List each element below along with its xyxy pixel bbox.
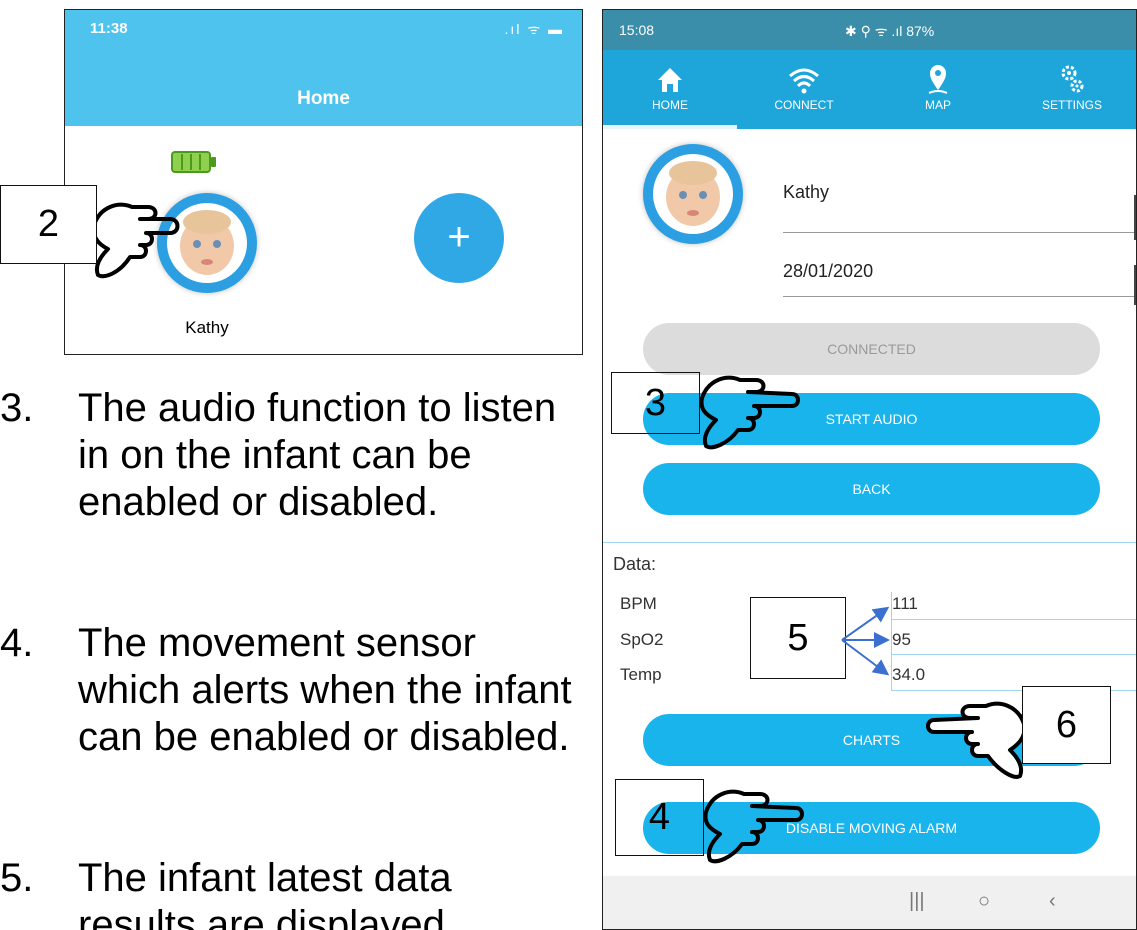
baby-photo-icon — [653, 154, 733, 234]
tab-connect[interactable]: CONNECT — [737, 50, 871, 129]
callout-2: 2 — [0, 185, 97, 264]
data-heading: Data: — [613, 554, 657, 574]
scroll-edge — [1134, 265, 1136, 305]
android-status-bar: 15:08 ✱ ⚲ ᯤ .ıl 87% — [603, 10, 1136, 50]
back-arrow-icon[interactable]: ‹ — [1049, 890, 1056, 913]
status-time: 11:38 — [90, 20, 128, 37]
tab-settings[interactable]: SETTINGS — [1005, 50, 1136, 129]
temp-label: Temp — [620, 665, 662, 684]
add-profile-button[interactable]: + — [414, 193, 504, 283]
tab-label: CONNECT — [774, 98, 834, 112]
scroll-edge — [1134, 195, 1136, 240]
battery-icon — [171, 151, 216, 173]
tab-label: HOME — [652, 98, 688, 112]
ios-header: 11:38 .ıl ᯤ ▬ Home — [65, 10, 582, 126]
status-time: 15:08 — [619, 22, 655, 38]
profile-avatar[interactable] — [643, 144, 743, 244]
recent-apps-icon[interactable]: ||| — [909, 890, 925, 913]
field-underline — [783, 232, 1136, 233]
profile-name-field[interactable]: Kathy — [783, 182, 829, 203]
step-number: 3. — [0, 386, 34, 430]
step-text: The infant latest data results are displ… — [78, 856, 452, 930]
profile-date-field[interactable]: 28/01/2020 — [783, 261, 873, 282]
map-pin-icon — [928, 65, 948, 94]
active-tab-indicator — [603, 125, 737, 129]
callout-5: 5 — [750, 597, 846, 679]
field-underline — [783, 296, 1136, 297]
page-title: Home — [297, 88, 350, 109]
tab-label: SETTINGS — [1041, 98, 1102, 112]
step-text: The movement sensor which alerts when th… — [78, 621, 572, 759]
step-4: 4. The movement sensor which alerts when… — [0, 620, 590, 820]
app-top-nav: HOME CONNECT MAP SETTINGS — [603, 50, 1136, 129]
tab-label: MAP — [924, 98, 951, 112]
tab-home[interactable]: HOME — [603, 50, 737, 129]
step-number: 4. — [0, 621, 34, 665]
back-button[interactable]: BACK — [643, 463, 1100, 515]
home-icon — [658, 68, 682, 92]
callout-4: 4 — [615, 779, 704, 856]
pointing-hand-icon — [699, 375, 800, 450]
status-icons: ✱ ⚲ ᯤ .ıl 87% — [845, 23, 935, 39]
pointing-hand-left-icon — [926, 701, 1027, 779]
step-text: The audio function to listen in on the i… — [78, 386, 557, 524]
step-3: 3. The audio function to listen in on th… — [0, 385, 590, 585]
field-underline — [891, 619, 1136, 620]
gear-icon — [1061, 65, 1084, 93]
status-icons: .ıl ᯤ ▬ — [504, 21, 564, 37]
android-nav-bar: ||| ○ ‹ — [603, 876, 1136, 929]
profile-name: Kathy — [185, 318, 229, 337]
callout-3: 3 — [611, 372, 700, 434]
pointing-hand-icon — [91, 202, 180, 279]
callout-6: 6 — [1022, 686, 1111, 764]
step-5: 5. The infant latest data results are di… — [0, 855, 590, 930]
home-circle-icon[interactable]: ○ — [978, 890, 990, 913]
data-arrows-icon — [841, 606, 890, 676]
section-divider — [603, 542, 1136, 543]
spo2-label: SpO2 — [620, 630, 664, 649]
tab-map[interactable]: MAP — [871, 50, 1005, 129]
step-number: 5. — [0, 856, 34, 900]
field-underline — [891, 654, 1136, 655]
home-screen-screenshot: 11:38 .ıl ᯤ ▬ Home + Kathy — [64, 9, 583, 355]
wifi-icon — [789, 68, 819, 94]
pointing-hand-icon — [703, 789, 804, 864]
bpm-label: BPM — [620, 594, 657, 613]
